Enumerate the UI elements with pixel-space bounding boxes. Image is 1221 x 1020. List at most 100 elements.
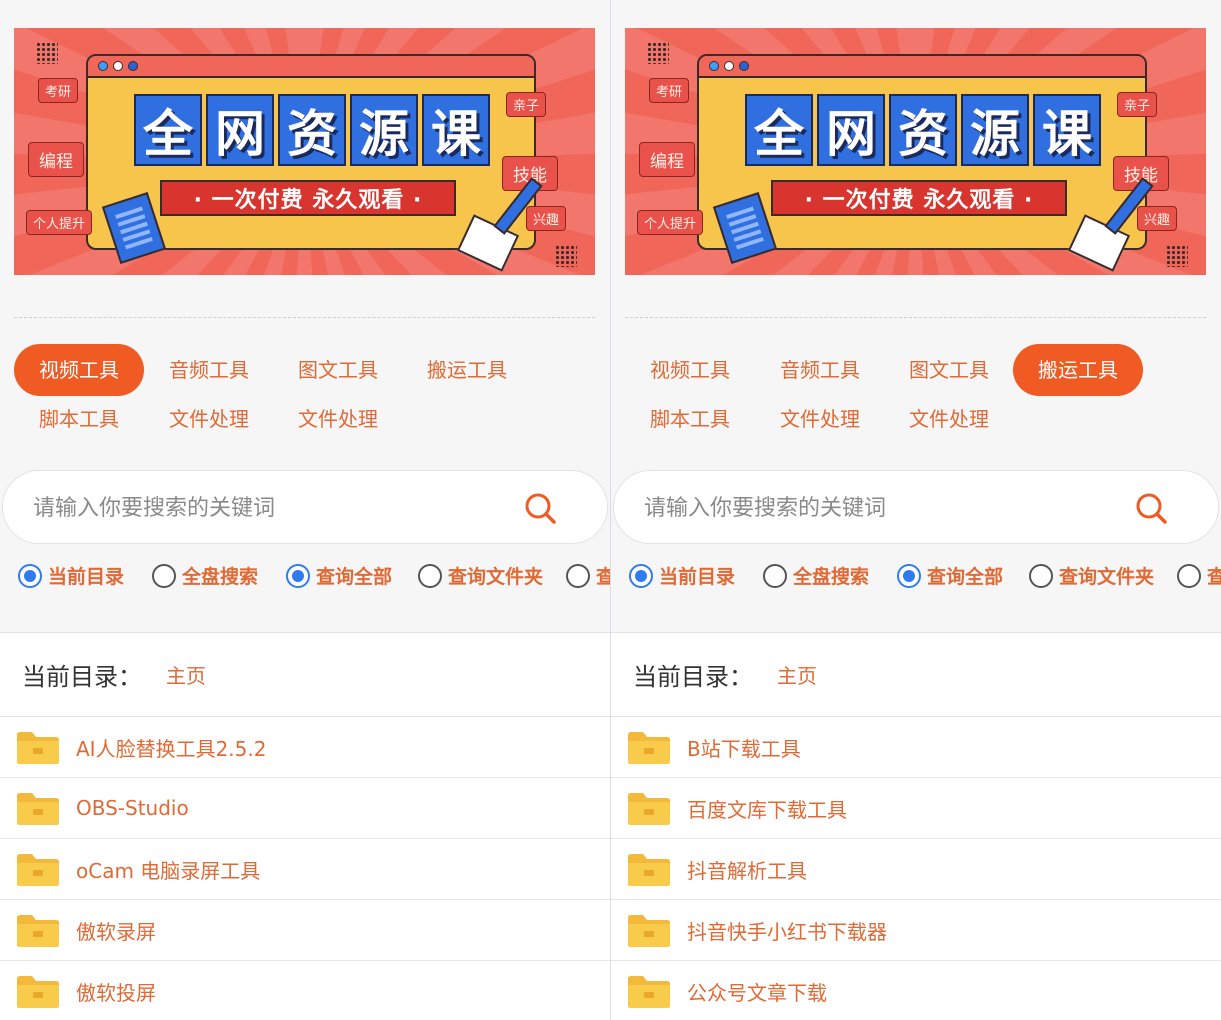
tab-script-tools[interactable]: 脚本工具 bbox=[14, 393, 144, 445]
folder-name: B站下载工具 bbox=[687, 736, 801, 761]
radio-indicator[interactable] bbox=[629, 563, 653, 588]
folder-row[interactable]: 抖音解析工具 bbox=[611, 839, 1221, 900]
search-icon[interactable] bbox=[523, 491, 557, 525]
radio-indicator[interactable] bbox=[18, 563, 42, 588]
folder-name: 傲软录屏 bbox=[76, 919, 156, 944]
folder-row[interactable]: OBS-Studio bbox=[0, 778, 610, 839]
search-bar bbox=[613, 470, 1219, 544]
radio-query-folders[interactable]: 查询文件夹 bbox=[1029, 562, 1154, 589]
radio-label: 查询全部 bbox=[316, 566, 393, 588]
radio-current-directory[interactable]: 当前目录 bbox=[18, 562, 124, 589]
dot-grid-decoration bbox=[555, 245, 577, 267]
banner-tag: 亲子 bbox=[506, 92, 547, 117]
banner-title-char: 资 bbox=[278, 94, 346, 166]
radio-indicator[interactable] bbox=[566, 563, 590, 588]
banner-window-bar bbox=[88, 56, 534, 78]
folder-icon bbox=[628, 854, 670, 886]
banner-title-char: 课 bbox=[1033, 94, 1101, 166]
folder-rows: AI人脸替换工具2.5.2 OBS-Studio oCam 电脑录屏工具傲软录屏傲软… bbox=[0, 717, 610, 1020]
banner-tag: 编程 bbox=[639, 142, 695, 177]
banner-tag: 考研 bbox=[38, 78, 79, 103]
radio-full-disk-search[interactable]: 全盘搜索 bbox=[763, 562, 869, 589]
breadcrumb-home-link[interactable]: 主页 bbox=[777, 660, 817, 689]
panel-video-tools: 全 网 资 源 课 · 一次付费 永久观看 · 考研 编程 个人提升 亲子 技能… bbox=[0, 0, 610, 1020]
radio-current-directory[interactable]: 当前目录 bbox=[629, 562, 735, 589]
search-input[interactable] bbox=[644, 489, 1104, 527]
breadcrumb-label: 当前目录： bbox=[633, 663, 753, 691]
radio-indicator[interactable] bbox=[1029, 563, 1053, 588]
radio-query-files[interactable]: 查 bbox=[566, 562, 610, 589]
radio-label: 查 bbox=[596, 566, 610, 588]
folder-icon bbox=[17, 854, 59, 886]
dashed-divider bbox=[625, 317, 1206, 318]
folder-icon bbox=[628, 732, 670, 764]
folder-row[interactable]: 抖音快手小红书下载器 bbox=[611, 900, 1221, 961]
folder-name: 抖音快手小红书下载器 bbox=[687, 919, 887, 944]
banner-title-char: 源 bbox=[350, 94, 418, 166]
folder-name: AI人脸替换工具2.5.2 bbox=[76, 736, 267, 761]
folder-row[interactable]: B站下载工具 bbox=[611, 717, 1221, 778]
radio-query-all[interactable]: 查询全部 bbox=[897, 562, 1003, 589]
tab-video-tools[interactable]: 视频工具 bbox=[625, 344, 755, 396]
panel-transport-tools: 全 网 资 源 课 · 一次付费 永久观看 · 考研 编程 个人提升 亲子 技能… bbox=[611, 0, 1221, 1020]
tab-image-text-tools[interactable]: 图文工具 bbox=[884, 344, 1014, 396]
banner-title-char: 全 bbox=[745, 94, 813, 166]
banner-tag: 亲子 bbox=[1117, 92, 1158, 117]
folder-row[interactable]: 百度文库下载工具 bbox=[611, 778, 1221, 839]
folder-name: 傲软投屏 bbox=[76, 980, 156, 1005]
radio-query-all[interactable]: 查询全部 bbox=[286, 562, 392, 589]
search-input[interactable] bbox=[33, 489, 493, 527]
tab-file-processing[interactable]: 文件处理 bbox=[144, 393, 274, 445]
radio-label: 查询文件夹 bbox=[1059, 566, 1155, 588]
radio-indicator[interactable] bbox=[763, 563, 787, 588]
tab-script-tools[interactable]: 脚本工具 bbox=[625, 393, 755, 445]
folder-name: 公众号文章下载 bbox=[687, 980, 827, 1005]
folder-icon bbox=[628, 915, 670, 947]
tab-image-text-tools[interactable]: 图文工具 bbox=[273, 344, 403, 396]
radio-indicator[interactable] bbox=[286, 563, 310, 588]
radio-label: 全盘搜索 bbox=[793, 566, 870, 588]
folder-name: OBS-Studio bbox=[76, 796, 189, 820]
folder-row[interactable]: 傲软录屏 bbox=[0, 900, 610, 961]
tab-file-processing-2[interactable]: 文件处理 bbox=[273, 393, 403, 445]
radio-label: 查询全部 bbox=[927, 566, 1004, 588]
radio-indicator[interactable] bbox=[152, 563, 176, 588]
folder-name: 抖音解析工具 bbox=[687, 858, 807, 883]
radio-indicator[interactable] bbox=[897, 563, 921, 588]
banner-slogan: · 一次付费 永久观看 · bbox=[160, 180, 456, 216]
folder-rows: B站下载工具百度文库下载工具抖音解析工具抖音快手小红书下载器 公众号文章下载 bbox=[611, 717, 1221, 1020]
radio-full-disk-search[interactable]: 全盘搜索 bbox=[152, 562, 258, 589]
search-icon[interactable] bbox=[1134, 491, 1168, 525]
radio-indicator[interactable] bbox=[418, 563, 442, 588]
radio-label: 全盘搜索 bbox=[182, 566, 259, 588]
tab-video-tools[interactable]: 视频工具 bbox=[14, 344, 144, 396]
tab-audio-tools[interactable]: 音频工具 bbox=[144, 344, 274, 396]
tab-file-processing[interactable]: 文件处理 bbox=[755, 393, 885, 445]
banner-title: 全 网 资 源 课 bbox=[745, 94, 1101, 166]
folder-row[interactable]: AI人脸替换工具2.5.2 bbox=[0, 717, 610, 778]
file-list: 当前目录： 主页 AI人脸替换工具2.5.2 OBS-Studio oCam 电脑录… bbox=[0, 632, 610, 1020]
folder-row[interactable]: 公众号文章下载 bbox=[611, 961, 1221, 1020]
folder-row[interactable]: 傲软投屏 bbox=[0, 961, 610, 1020]
tab-transport-tools[interactable]: 搬运工具 bbox=[1013, 344, 1143, 396]
tab-file-processing-2[interactable]: 文件处理 bbox=[884, 393, 1014, 445]
tab-audio-tools[interactable]: 音频工具 bbox=[755, 344, 885, 396]
dashed-divider bbox=[14, 317, 595, 318]
radio-label: 当前目录 bbox=[659, 566, 736, 588]
radio-query-folders[interactable]: 查询文件夹 bbox=[418, 562, 543, 589]
breadcrumb-home-link[interactable]: 主页 bbox=[166, 660, 206, 689]
tab-transport-tools[interactable]: 搬运工具 bbox=[402, 344, 532, 396]
breadcrumb-label: 当前目录： bbox=[22, 663, 142, 691]
banner-title-char: 全 bbox=[134, 94, 202, 166]
banner-title-char: 网 bbox=[817, 94, 885, 166]
radio-label: 查 bbox=[1207, 566, 1221, 588]
banner-tag: 兴趣 bbox=[1137, 206, 1178, 231]
promo-banner[interactable]: 全 网 资 源 课 · 一次付费 永久观看 · 考研 编程 个人提升 亲子 技能… bbox=[14, 28, 595, 275]
radio-indicator[interactable] bbox=[1177, 563, 1201, 588]
folder-icon bbox=[17, 793, 59, 825]
folder-row[interactable]: oCam 电脑录屏工具 bbox=[0, 839, 610, 900]
banner-tag: 个人提升 bbox=[26, 210, 93, 235]
promo-banner[interactable]: 全 网 资 源 课 · 一次付费 永久观看 · 考研 编程 个人提升 亲子 技能… bbox=[625, 28, 1206, 275]
radio-query-files[interactable]: 查 bbox=[1177, 562, 1221, 589]
radio-label: 查询文件夹 bbox=[448, 566, 544, 588]
